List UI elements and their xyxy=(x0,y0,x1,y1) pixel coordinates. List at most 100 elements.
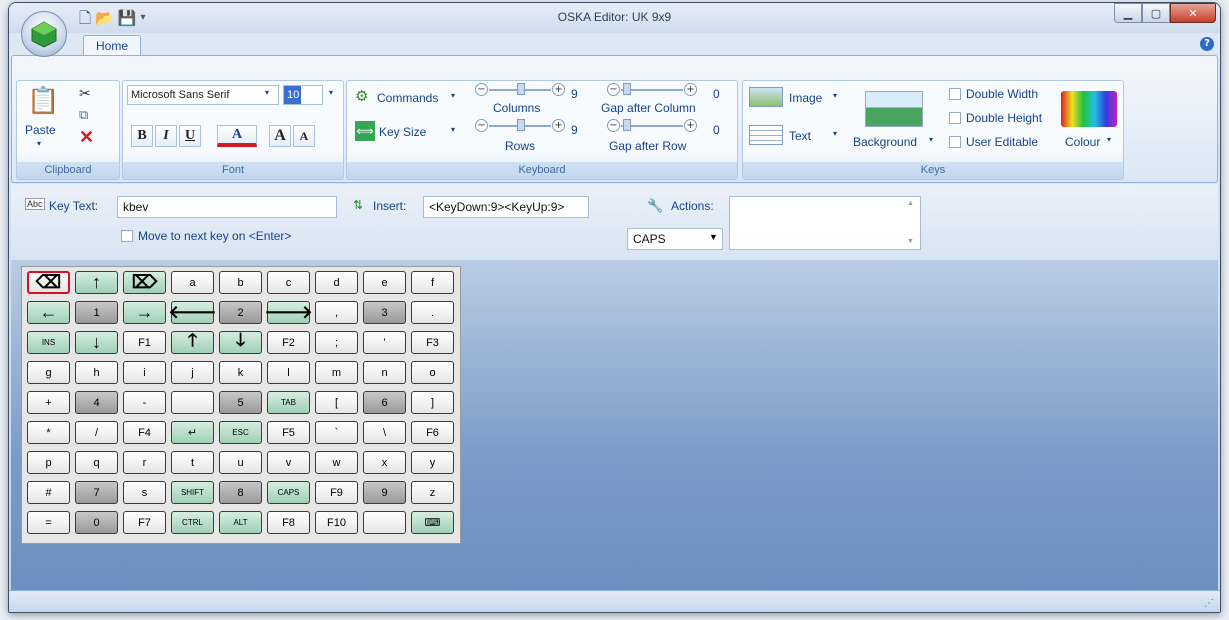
text-dropdown-icon[interactable]: ▾ xyxy=(833,129,837,138)
rows-slider[interactable]: − + xyxy=(475,119,565,133)
key-r3-c9[interactable]: F3 xyxy=(411,331,454,354)
key-r9-c5[interactable]: ALT xyxy=(219,511,262,534)
key-r1-c6[interactable]: c xyxy=(267,271,310,294)
key-r6-c2[interactable]: / xyxy=(75,421,118,444)
key-r9-c1[interactable]: = xyxy=(27,511,70,534)
key-r7-c8[interactable]: x xyxy=(363,451,406,474)
key-r5-c8[interactable]: 6 xyxy=(363,391,406,414)
gap-row-slider[interactable]: − + xyxy=(607,119,697,133)
font-size-dropdown-icon[interactable]: ▾ xyxy=(329,88,333,97)
key-r4-c2[interactable]: h xyxy=(75,361,118,384)
key-r4-c9[interactable]: o xyxy=(411,361,454,384)
paste-icon[interactable]: 📋 xyxy=(27,85,59,116)
key-r8-c3[interactable]: s xyxy=(123,481,166,504)
customize-qat-icon[interactable]: ▾ xyxy=(140,9,145,27)
text-button[interactable]: Text xyxy=(789,129,811,143)
key-r5-c6[interactable]: TAB xyxy=(267,391,310,414)
key-r5-c3[interactable]: - xyxy=(123,391,166,414)
font-color-button[interactable]: A xyxy=(217,125,257,147)
key-r3-c4[interactable]: 🡑 xyxy=(171,330,214,354)
key-r4-c5[interactable]: k xyxy=(219,361,262,384)
cut-icon[interactable]: ✂ xyxy=(79,85,91,102)
key-r2-c1[interactable]: ← xyxy=(27,301,70,324)
font-size-select[interactable]: 10 xyxy=(283,85,323,105)
key-r6-c9[interactable]: F6 xyxy=(411,421,454,444)
key-r8-c1[interactable]: # xyxy=(27,481,70,504)
key-r8-c7[interactable]: F9 xyxy=(315,481,358,504)
font-name-select[interactable]: Microsoft Sans Serif xyxy=(127,85,279,105)
key-r2-c8[interactable]: 3 xyxy=(363,301,406,324)
save-icon[interactable]: 💾 xyxy=(118,9,137,27)
key-r7-c7[interactable]: w xyxy=(315,451,358,474)
key-r8-c8[interactable]: 9 xyxy=(363,481,406,504)
double-width-box[interactable] xyxy=(949,88,961,100)
key-r4-c4[interactable]: j xyxy=(171,361,214,384)
insert-input[interactable]: <KeyDown:9><KeyUp:9> xyxy=(423,196,589,218)
italic-button[interactable]: I xyxy=(155,125,177,147)
key-r2-c3[interactable]: → xyxy=(123,301,166,324)
key-r9-c6[interactable]: F8 xyxy=(267,511,310,534)
maximize-button[interactable]: ▢ xyxy=(1142,3,1170,23)
key-r8-c4[interactable]: SHIFT xyxy=(171,481,214,504)
key-r2-c4[interactable]: 🡐 xyxy=(168,301,217,324)
key-r6-c4[interactable]: ↵ xyxy=(171,421,214,444)
key-r7-c6[interactable]: v xyxy=(267,451,310,474)
copy-icon[interactable]: ⧉ xyxy=(79,107,88,123)
gap-column-slider[interactable]: − + xyxy=(607,83,697,97)
paste-dropdown-icon[interactable]: ▾ xyxy=(37,139,41,148)
app-menu-button[interactable] xyxy=(21,11,67,57)
colour-button[interactable]: Colour xyxy=(1065,135,1100,149)
key-r2-c9[interactable]: . xyxy=(411,301,454,324)
user-editable-box[interactable] xyxy=(949,136,961,148)
key-r1-c9[interactable]: f xyxy=(411,271,454,294)
key-r4-c7[interactable]: m xyxy=(315,361,358,384)
key-r7-c9[interactable]: y xyxy=(411,451,454,474)
actions-list[interactable] xyxy=(729,196,921,250)
key-r1-c1[interactable]: ⌫ xyxy=(27,271,70,294)
move-next-box[interactable] xyxy=(121,230,133,242)
key-r6-c7[interactable]: ` xyxy=(315,421,358,444)
key-r6-c5[interactable]: ESC xyxy=(219,421,262,444)
resize-grip-icon[interactable]: ⋰ xyxy=(1204,598,1214,609)
image-button[interactable]: Image xyxy=(789,91,822,105)
key-r6-c3[interactable]: F4 xyxy=(123,421,166,444)
key-r7-c5[interactable]: u xyxy=(219,451,262,474)
key-r6-c6[interactable]: F5 xyxy=(267,421,310,444)
key-size-button[interactable]: Key Size xyxy=(379,125,426,139)
tab-home[interactable]: Home xyxy=(83,35,141,56)
key-r1-c4[interactable]: a xyxy=(171,271,214,294)
key-r9-c2[interactable]: 0 xyxy=(75,511,118,534)
key-r9-c3[interactable]: F7 xyxy=(123,511,166,534)
key-r1-c8[interactable]: e xyxy=(363,271,406,294)
key-r7-c4[interactable]: t xyxy=(171,451,214,474)
key-r4-c1[interactable]: g xyxy=(27,361,70,384)
key-r3-c6[interactable]: F2 xyxy=(267,331,310,354)
key-r8-c6[interactable]: CAPS xyxy=(267,481,310,504)
key-r9-c9[interactable]: ⌨ xyxy=(411,511,454,534)
key-r2-c5[interactable]: 2 xyxy=(219,301,262,324)
key-r7-c1[interactable]: p xyxy=(27,451,70,474)
commands-button[interactable]: Commands xyxy=(377,91,438,105)
key-r3-c7[interactable]: ; xyxy=(315,331,358,354)
key-r5-c4[interactable] xyxy=(171,391,214,414)
font-name-dropdown-icon[interactable]: ▾ xyxy=(265,88,269,97)
key-r4-c3[interactable]: i xyxy=(123,361,166,384)
key-r3-c5[interactable]: 🡓 xyxy=(219,330,262,354)
key-r5-c7[interactable]: [ xyxy=(315,391,358,414)
help-icon[interactable]: ? xyxy=(1200,37,1214,51)
move-next-checkbox[interactable]: Move to next key on <Enter> xyxy=(121,229,291,243)
key-r9-c8[interactable] xyxy=(363,511,406,534)
colour-dropdown-icon[interactable]: ▾ xyxy=(1107,135,1111,144)
minimize-button[interactable]: ▁ xyxy=(1114,3,1142,23)
key-r3-c1[interactable]: INS xyxy=(27,331,70,354)
actions-select-dropdown-icon[interactable]: ▼ xyxy=(709,232,718,242)
key-r3-c8[interactable]: ' xyxy=(363,331,406,354)
actions-list-scroll-down-icon[interactable]: ▼ xyxy=(907,238,914,245)
key-r4-c6[interactable]: l xyxy=(267,361,310,384)
key-r2-c2[interactable]: 1 xyxy=(75,301,118,324)
key-r3-c2[interactable]: ↓ xyxy=(75,331,118,354)
double-height-box[interactable] xyxy=(949,112,961,124)
background-button[interactable]: Background xyxy=(853,135,917,149)
key-r8-c5[interactable]: 8 xyxy=(219,481,262,504)
key-r7-c3[interactable]: r xyxy=(123,451,166,474)
